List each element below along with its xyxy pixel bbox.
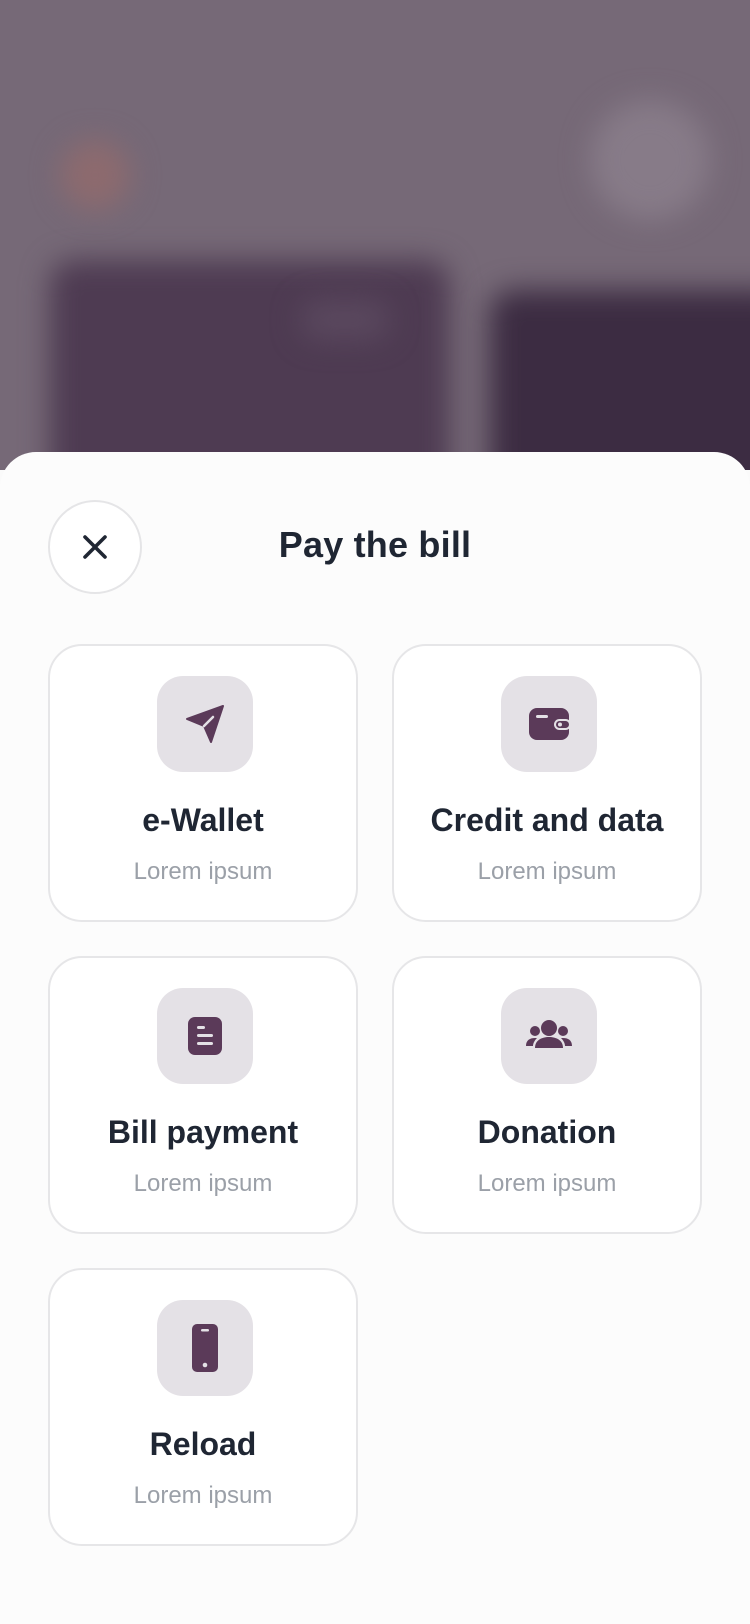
option-subtitle: Lorem ipsum — [477, 858, 617, 885]
blurred-background — [0, 0, 750, 470]
people-icon — [526, 1020, 572, 1048]
option-card-e-wallet[interactable]: e-Wallet Lorem ipsum — [48, 644, 358, 922]
document-icon — [188, 1017, 222, 1055]
blurred-detail — [300, 300, 390, 340]
option-title: Bill payment — [107, 1114, 299, 1150]
option-card-bill-payment[interactable]: Bill payment Lorem ipsum — [48, 956, 358, 1234]
option-title: Reload — [149, 1426, 257, 1462]
blurred-avatar — [60, 140, 130, 210]
option-title: Donation — [477, 1114, 617, 1150]
option-subtitle: Lorem ipsum — [133, 1170, 273, 1197]
option-card-donation[interactable]: Donation Lorem ipsum — [392, 956, 702, 1234]
option-subtitle: Lorem ipsum — [477, 1170, 617, 1197]
icon-tile — [157, 1300, 253, 1396]
icon-tile — [157, 676, 253, 772]
option-card-credit-and-data[interactable]: Credit and data Lorem ipsum — [392, 644, 702, 922]
bottom-sheet: Pay the bill e-Wallet Lorem ipsum Credit… — [0, 452, 750, 1624]
blurred-card-secondary — [490, 290, 750, 470]
blurred-card — [50, 260, 450, 470]
send-icon — [186, 705, 224, 743]
option-card-reload[interactable]: Reload Lorem ipsum — [48, 1268, 358, 1546]
option-title: Credit and data — [430, 802, 664, 838]
option-title: e-Wallet — [142, 802, 264, 838]
icon-tile — [501, 676, 597, 772]
phone-icon — [192, 1324, 218, 1372]
blurred-circle — [590, 100, 710, 220]
sheet-title: Pay the bill — [278, 524, 472, 565]
wallet-icon — [529, 708, 571, 740]
icon-tile — [157, 988, 253, 1084]
option-subtitle: Lorem ipsum — [133, 858, 273, 885]
option-subtitle: Lorem ipsum — [133, 1482, 273, 1509]
icon-tile — [501, 988, 597, 1084]
